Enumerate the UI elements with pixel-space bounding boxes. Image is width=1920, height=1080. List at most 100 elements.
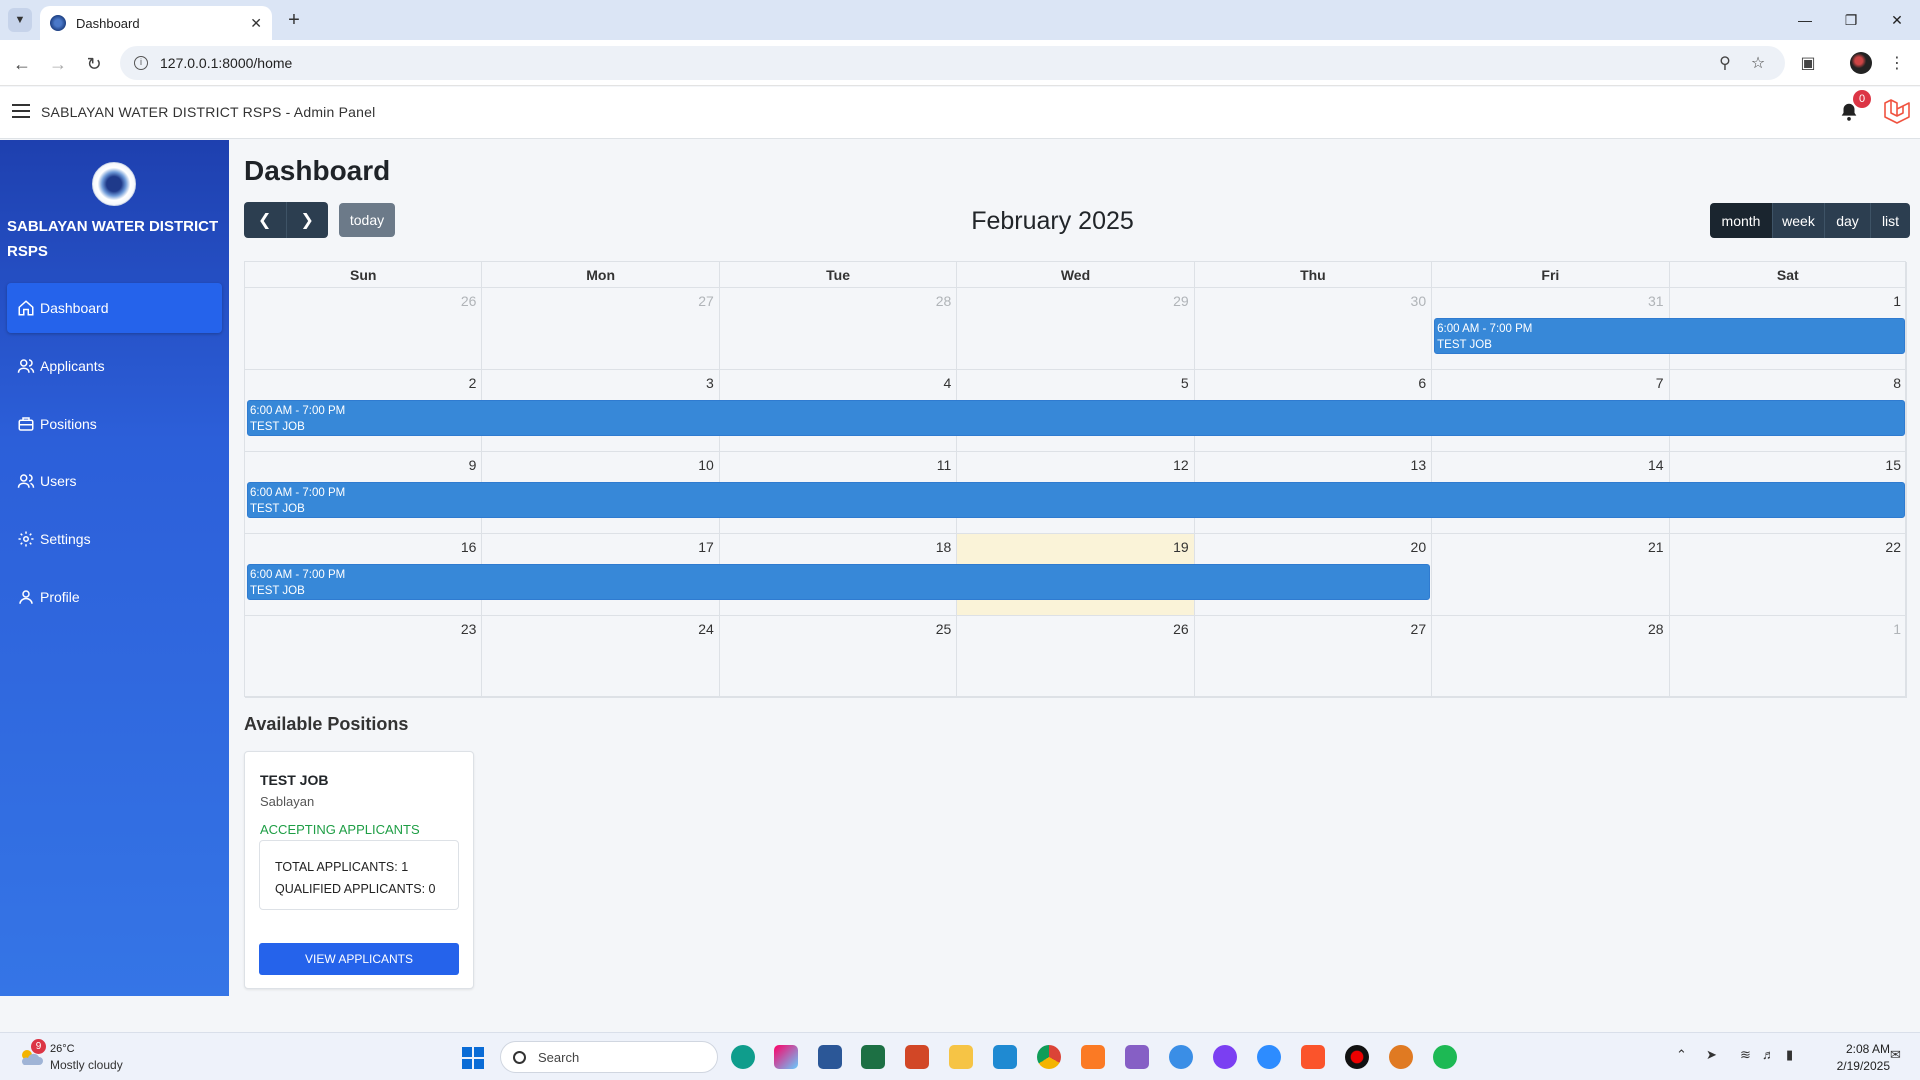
calendar-day-number[interactable]: 6 bbox=[1418, 375, 1426, 391]
tray-overflow-icon[interactable]: ⌃ bbox=[1676, 1047, 1687, 1063]
browser-menu-icon[interactable]: ⋮ bbox=[1886, 52, 1908, 74]
calendar-day-cell[interactable]: 29 bbox=[957, 288, 1195, 370]
taskbar-search[interactable]: Search bbox=[500, 1041, 718, 1073]
excel-icon[interactable] bbox=[861, 1045, 885, 1069]
calendar-day-number[interactable]: 15 bbox=[1885, 457, 1901, 473]
location-icon[interactable]: ➤ bbox=[1706, 1047, 1717, 1063]
address-bar[interactable]: i 127.0.0.1:8000/home bbox=[120, 46, 1785, 80]
calendar-day-number[interactable]: 29 bbox=[1173, 293, 1189, 309]
calendar-day-number[interactable]: 18 bbox=[936, 539, 952, 555]
calendar-day-number[interactable]: 31 bbox=[1648, 293, 1664, 309]
edge-icon[interactable] bbox=[731, 1045, 755, 1069]
calendar-day-number[interactable]: 24 bbox=[698, 621, 714, 637]
calendar-day-cell[interactable]: 25 bbox=[719, 616, 958, 698]
site-info-icon[interactable]: i bbox=[134, 56, 148, 70]
calendar-day-cell[interactable]: 26 bbox=[957, 616, 1195, 698]
wifi-icon[interactable]: ≋ bbox=[1740, 1047, 1751, 1063]
calendar-day-number[interactable]: 26 bbox=[461, 293, 477, 309]
calendar-day-number[interactable]: 23 bbox=[461, 621, 477, 637]
sidebar-item-dashboard[interactable]: Dashboard bbox=[7, 283, 222, 333]
calendar-day-cell[interactable]: 28 bbox=[1432, 616, 1670, 698]
calendar-day-number[interactable]: 14 bbox=[1648, 457, 1664, 473]
calendar-day-number[interactable]: 9 bbox=[469, 457, 477, 473]
tab-search-button[interactable]: ▼ bbox=[8, 8, 32, 32]
back-button[interactable]: ← bbox=[10, 52, 34, 76]
calendar-day-number[interactable]: 7 bbox=[1656, 375, 1664, 391]
calendar-day-cell[interactable]: 30 bbox=[1194, 288, 1433, 370]
calendar-event[interactable]: 6:00 AM - 7:00 PM TEST JOB bbox=[247, 400, 1905, 436]
word-icon[interactable] bbox=[818, 1045, 842, 1069]
next-month-button[interactable]: ❯ bbox=[285, 202, 329, 238]
view-day-button[interactable]: day bbox=[1824, 203, 1870, 238]
sidebar-item-users[interactable]: Users bbox=[7, 456, 222, 506]
calendar-day-number[interactable]: 28 bbox=[1648, 621, 1664, 637]
view-week-button[interactable]: week bbox=[1772, 203, 1824, 238]
calendar-day-number[interactable]: 19 bbox=[1173, 539, 1189, 555]
powerpoint-icon[interactable] bbox=[905, 1045, 929, 1069]
sidebar-item-positions[interactable]: Positions bbox=[7, 399, 222, 449]
calendar-day-cell[interactable]: 24 bbox=[482, 616, 720, 698]
zoom-icon[interactable] bbox=[1257, 1045, 1281, 1069]
calendar-day-number[interactable]: 27 bbox=[698, 293, 714, 309]
copilot-icon[interactable] bbox=[774, 1045, 798, 1069]
bookmark-star-icon[interactable]: ☆ bbox=[1747, 52, 1769, 74]
calendar-day-number[interactable]: 20 bbox=[1411, 539, 1427, 555]
close-tab-icon[interactable]: ✕ bbox=[250, 15, 262, 32]
calendar-day-cell[interactable]: 1 bbox=[1669, 616, 1907, 698]
spotify-icon[interactable] bbox=[1433, 1045, 1457, 1069]
prev-month-button[interactable]: ❮ bbox=[244, 202, 286, 238]
calendar-day-number[interactable]: 1 bbox=[1893, 293, 1901, 309]
chrome-icon[interactable] bbox=[1037, 1045, 1061, 1069]
calendar-day-number[interactable]: 11 bbox=[937, 457, 952, 473]
calendar-day-number[interactable]: 16 bbox=[461, 539, 477, 555]
calendar-day-cell[interactable]: 26 bbox=[245, 288, 483, 370]
close-window-button[interactable]: ✕ bbox=[1874, 6, 1920, 34]
sidebar-item-settings[interactable]: Settings bbox=[7, 514, 222, 564]
calendar-day-cell[interactable]: 27 bbox=[1194, 616, 1433, 698]
reload-button[interactable]: ↻ bbox=[82, 52, 106, 76]
volume-icon[interactable]: ♬ bbox=[1762, 1047, 1775, 1062]
calendar-event[interactable]: 6:00 AM - 7:00 PM TEST JOB bbox=[247, 482, 1905, 518]
calendar-day-cell[interactable]: 22 bbox=[1669, 534, 1907, 616]
xampp-icon[interactable] bbox=[1081, 1045, 1105, 1069]
calendar-day-number[interactable]: 8 bbox=[1893, 375, 1901, 391]
today-button[interactable]: today bbox=[339, 203, 395, 237]
clock-date[interactable]: 2/19/2025 bbox=[1820, 1059, 1890, 1073]
minimize-button[interactable]: — bbox=[1782, 6, 1828, 34]
calendar-day-number[interactable]: 28 bbox=[936, 293, 952, 309]
extensions-icon[interactable]: ▣ bbox=[1797, 52, 1819, 74]
app-store-icon[interactable] bbox=[1169, 1045, 1193, 1069]
calendar-day-cell[interactable]: 23 bbox=[245, 616, 483, 698]
windows-start-icon[interactable] bbox=[462, 1047, 484, 1069]
calendar-day-number[interactable]: 12 bbox=[1173, 457, 1189, 473]
calendar-day-number[interactable]: 22 bbox=[1885, 539, 1901, 555]
calendar-day-number[interactable]: 26 bbox=[1173, 621, 1189, 637]
messenger-icon[interactable] bbox=[1213, 1045, 1237, 1069]
clock-time[interactable]: 2:08 AM bbox=[1830, 1042, 1890, 1056]
calendar-day-number[interactable]: 13 bbox=[1411, 457, 1427, 473]
sidebar-item-profile[interactable]: Profile bbox=[7, 572, 222, 622]
calendar-day-number[interactable]: 2 bbox=[469, 375, 477, 391]
view-applicants-button[interactable]: VIEW APPLICANTS bbox=[259, 943, 459, 975]
new-tab-button[interactable]: + bbox=[282, 8, 306, 32]
calendar-day-number[interactable]: 5 bbox=[1181, 375, 1189, 391]
view-month-button[interactable]: month bbox=[1710, 203, 1772, 238]
battery-icon[interactable]: ▮ bbox=[1786, 1047, 1793, 1063]
calendar-day-cell[interactable]: 28 bbox=[719, 288, 958, 370]
calendar-day-number[interactable]: 21 bbox=[1648, 539, 1664, 555]
browser-tab[interactable]: Dashboard ✕ bbox=[40, 6, 272, 40]
calendar-day-number[interactable]: 27 bbox=[1411, 621, 1427, 637]
calendar-day-number[interactable]: 30 bbox=[1411, 293, 1427, 309]
calendar-day-number[interactable]: 1 bbox=[1893, 621, 1901, 637]
restore-button[interactable]: ❐ bbox=[1828, 6, 1874, 34]
notification-center-icon[interactable]: ✉ bbox=[1890, 1047, 1901, 1063]
calendar-day-number[interactable]: 3 bbox=[706, 375, 714, 391]
calendar-day-number[interactable]: 25 bbox=[936, 621, 952, 637]
calendar-event[interactable]: 6:00 AM - 7:00 PM TEST JOB bbox=[247, 564, 1431, 600]
vscode-icon[interactable] bbox=[993, 1045, 1017, 1069]
profile-avatar[interactable] bbox=[1850, 52, 1872, 74]
zoom-icon[interactable]: ⚲ bbox=[1714, 52, 1736, 74]
calendar-day-number[interactable]: 10 bbox=[698, 457, 714, 473]
headset-app-icon[interactable] bbox=[1389, 1045, 1413, 1069]
calendar-event[interactable]: 6:00 AM - 7:00 PM TEST JOB bbox=[1434, 318, 1905, 354]
